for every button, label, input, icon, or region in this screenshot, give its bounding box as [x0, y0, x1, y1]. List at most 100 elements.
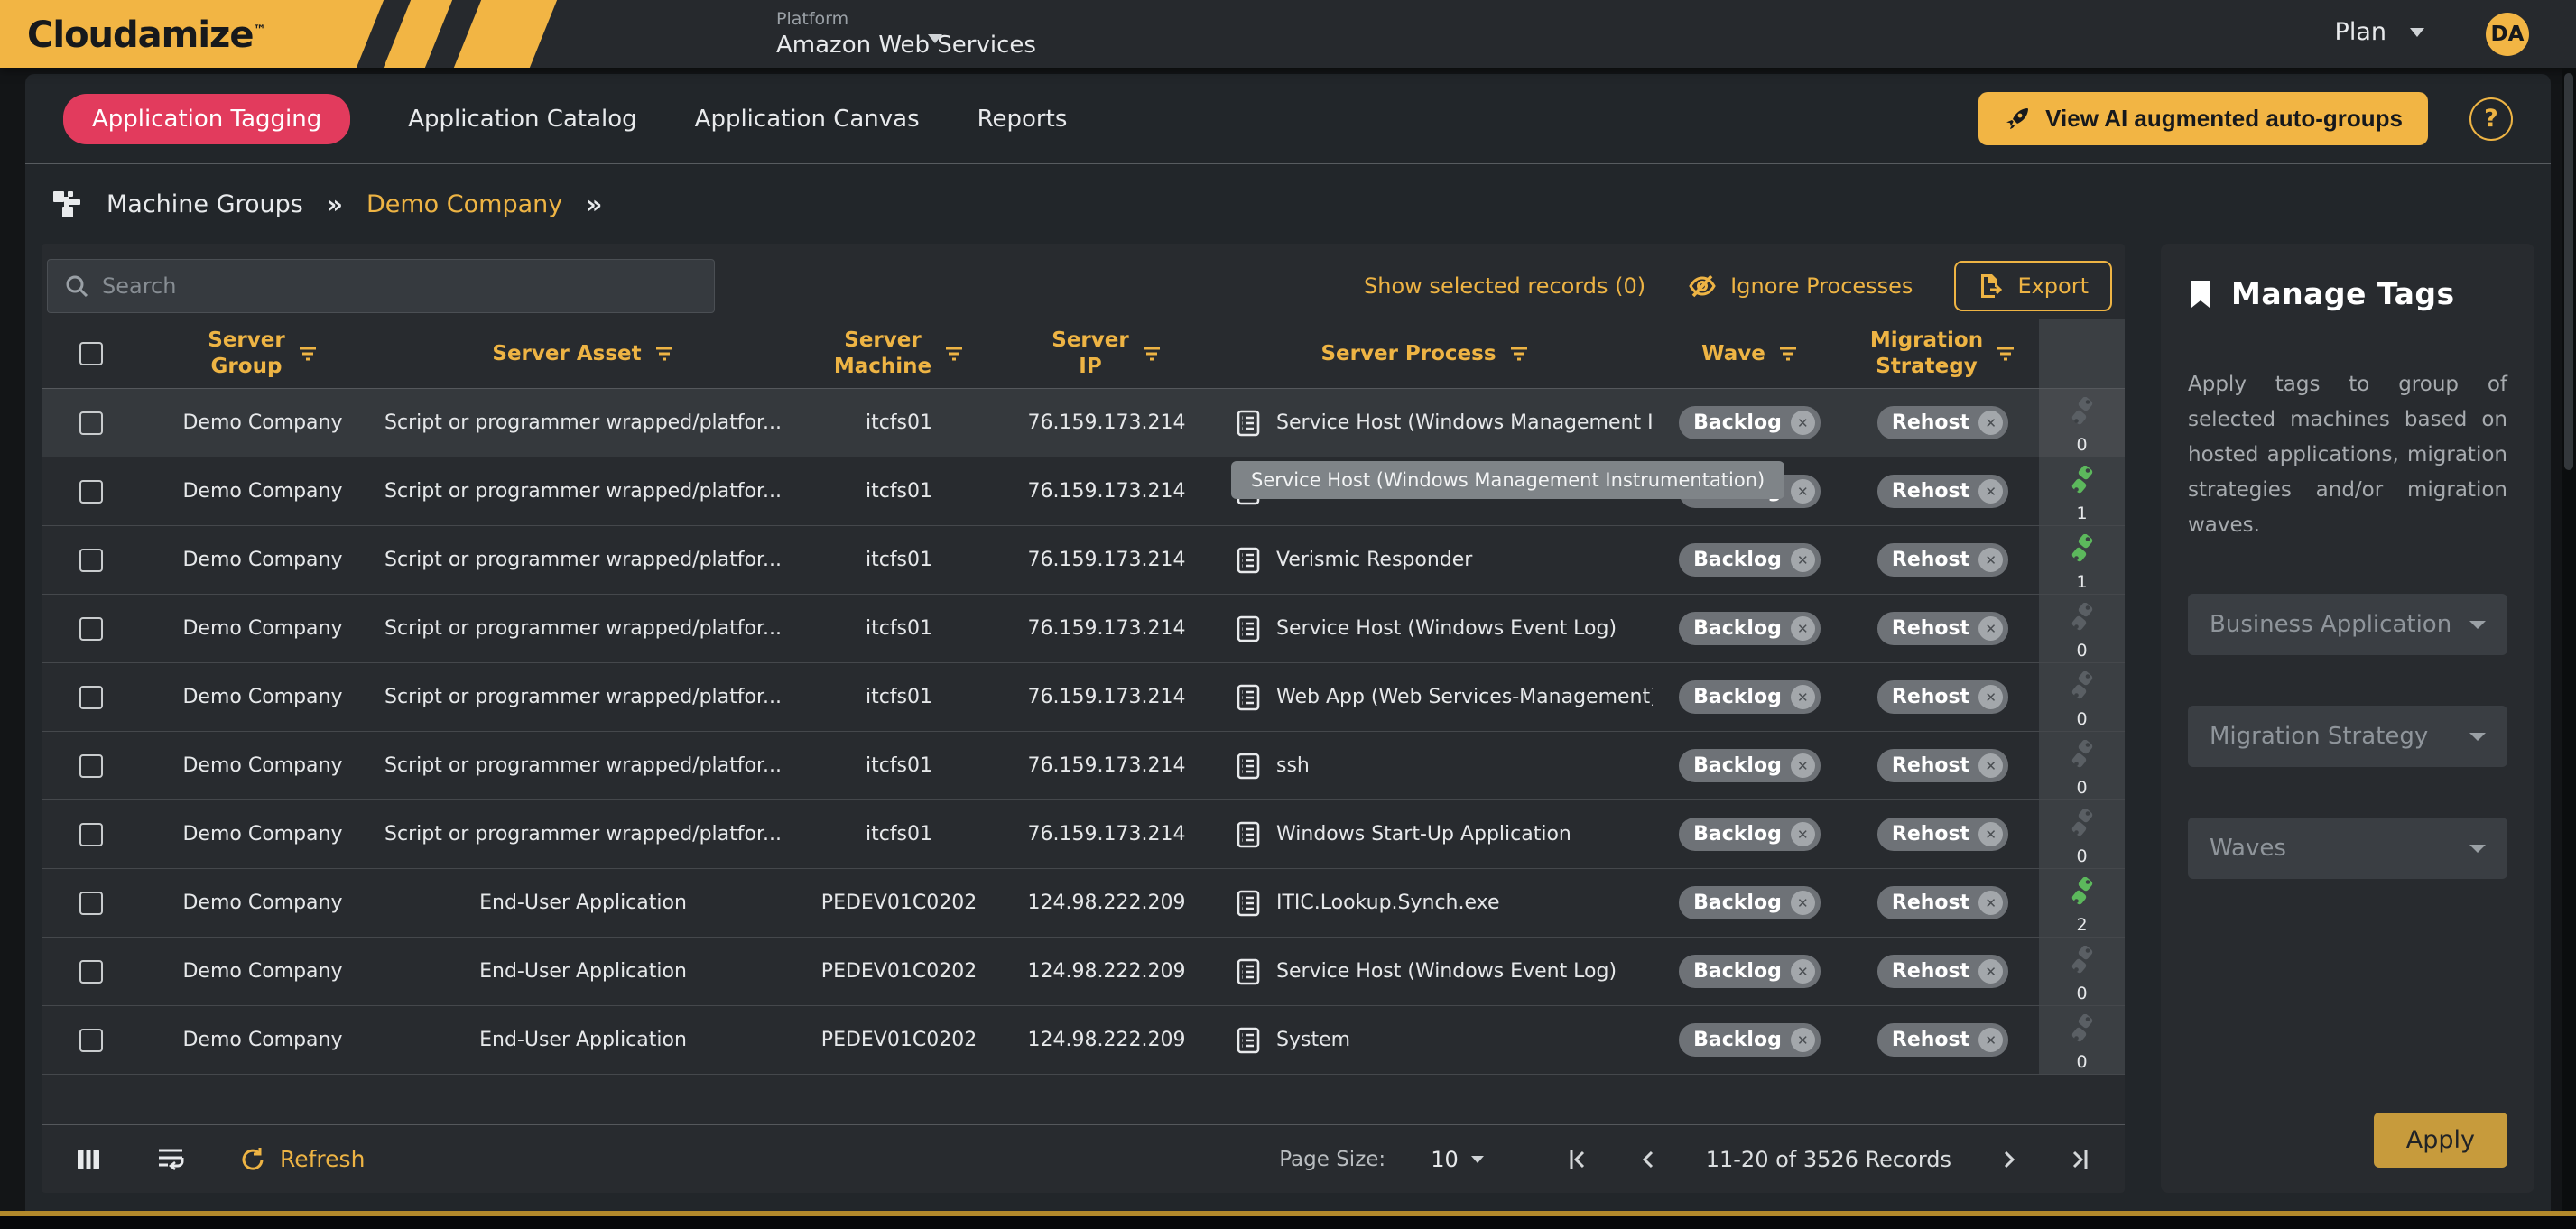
table-row[interactable]: Demo Company Script or programmer wrappe… [42, 800, 2125, 869]
apply-button[interactable]: Apply [2374, 1113, 2507, 1168]
chip-remove-icon[interactable]: ✕ [1978, 959, 2003, 984]
table-row[interactable]: Demo Company End-User Application PEDEV0… [42, 869, 2125, 938]
chip-remove-icon[interactable]: ✕ [1791, 411, 1815, 435]
row-wrap-button[interactable] [155, 1146, 186, 1173]
column-server-group: Server Group [208, 328, 284, 380]
row-checkbox[interactable] [79, 549, 103, 572]
table-row[interactable]: Demo Company End-User Application PEDEV0… [42, 1006, 2125, 1075]
breadcrumb-machine-groups[interactable]: Machine Groups [107, 190, 303, 218]
platform-selector[interactable]: Platform Amazon Web Services [776, 9, 957, 59]
user-avatar[interactable]: DA [2486, 13, 2529, 56]
cell-tags[interactable]: 0 [2039, 389, 2125, 457]
table-row[interactable]: Demo Company Script or programmer wrappe… [42, 457, 2125, 526]
filter-icon[interactable] [1509, 346, 1529, 362]
cell-tags[interactable]: 1 [2039, 526, 2125, 594]
page-scrollbar[interactable] [2562, 68, 2576, 1211]
tab-application-canvas[interactable]: Application Canvas [695, 106, 920, 133]
business-application-label: Business Application [2210, 611, 2451, 638]
cell-tags[interactable]: 1 [2039, 457, 2125, 525]
chip-remove-icon[interactable]: ✕ [1791, 1028, 1815, 1052]
filter-icon[interactable] [298, 346, 318, 362]
row-checkbox[interactable] [79, 892, 103, 915]
table-row[interactable]: Demo Company End-User Application PEDEV0… [42, 938, 2125, 1006]
cell-wave: Backlog ✕ [1653, 663, 1847, 731]
row-checkbox[interactable] [79, 823, 103, 846]
refresh-button[interactable]: Refresh [238, 1145, 365, 1174]
cell-tags[interactable]: 0 [2039, 938, 2125, 1005]
chip-remove-icon[interactable]: ✕ [1791, 891, 1815, 915]
cell-tags[interactable]: 0 [2039, 800, 2125, 868]
chip-remove-icon[interactable]: ✕ [1978, 685, 2003, 709]
chip-remove-icon[interactable]: ✕ [1791, 616, 1815, 641]
column-server-ip: Server IP [1052, 328, 1128, 380]
cell-tags[interactable]: 0 [2039, 1006, 2125, 1074]
chip-remove-icon[interactable]: ✕ [1978, 548, 2003, 572]
help-button[interactable]: ? [2469, 97, 2513, 141]
cell-tags[interactable]: 2 [2039, 869, 2125, 937]
last-page-button[interactable] [2067, 1147, 2092, 1172]
filter-icon[interactable] [944, 346, 964, 362]
business-application-dropdown[interactable]: Business Application [2188, 594, 2507, 655]
scrollbar-thumb[interactable] [2564, 73, 2573, 470]
chip-remove-icon[interactable]: ✕ [1978, 891, 2003, 915]
wave-chip: Backlog ✕ [1679, 406, 1821, 439]
chip-remove-icon[interactable]: ✕ [1978, 616, 2003, 641]
tab-application-tagging[interactable]: Application Tagging [63, 94, 350, 144]
first-page-button[interactable] [1565, 1147, 1590, 1172]
cell-migration-strategy: Rehost ✕ [1847, 869, 2039, 937]
chip-remove-icon[interactable]: ✕ [1791, 548, 1815, 572]
strategy-chip: Rehost ✕ [1877, 749, 2008, 782]
chip-remove-icon[interactable]: ✕ [1978, 822, 2003, 846]
table-row[interactable]: Demo Company Script or programmer wrappe… [42, 663, 2125, 732]
chip-remove-icon[interactable]: ✕ [1978, 479, 2003, 504]
chip-remove-icon[interactable]: ✕ [1791, 959, 1815, 984]
search-input[interactable] [102, 273, 698, 299]
cell-tags[interactable]: 0 [2039, 663, 2125, 731]
waves-dropdown[interactable]: Waves [2188, 818, 2507, 879]
ignore-processes-button[interactable]: Ignore Processes [1687, 271, 1913, 301]
chip-remove-icon[interactable]: ✕ [1791, 685, 1815, 709]
table-row[interactable]: Demo Company Script or programmer wrappe… [42, 389, 2125, 457]
filter-icon[interactable] [1996, 346, 2015, 362]
filter-icon[interactable] [1142, 346, 1162, 362]
tab-application-catalog[interactable]: Application Catalog [408, 106, 636, 133]
breadcrumb-demo-company[interactable]: Demo Company [366, 190, 562, 218]
columns-settings-button[interactable] [74, 1146, 103, 1173]
chip-remove-icon[interactable]: ✕ [1978, 411, 2003, 435]
process-name: ssh [1276, 754, 1310, 777]
row-checkbox[interactable] [79, 617, 103, 641]
filter-icon[interactable] [1778, 346, 1798, 362]
logo-stripe-2 [453, 0, 558, 68]
chip-remove-icon[interactable]: ✕ [1978, 1028, 2003, 1052]
select-all-checkbox[interactable] [79, 342, 103, 365]
row-checkbox[interactable] [79, 1029, 103, 1052]
next-page-button[interactable] [1997, 1147, 2022, 1172]
migration-strategy-dropdown[interactable]: Migration Strategy [2188, 706, 2507, 767]
previous-page-button[interactable] [1635, 1147, 1661, 1172]
cell-server-group: Demo Company [141, 526, 385, 594]
row-checkbox[interactable] [79, 411, 103, 435]
chip-remove-icon[interactable]: ✕ [1791, 753, 1815, 778]
row-checkbox[interactable] [79, 480, 103, 504]
view-ai-auto-groups-button[interactable]: View AI augmented auto-groups [1978, 92, 2428, 145]
tab-reports[interactable]: Reports [978, 106, 1068, 133]
chip-remove-icon[interactable]: ✕ [1791, 479, 1815, 504]
export-button[interactable]: Export [1954, 261, 2112, 311]
search-box[interactable] [47, 259, 715, 313]
chip-remove-icon[interactable]: ✕ [1791, 822, 1815, 846]
page-size-select[interactable]: 10 [1431, 1147, 1484, 1172]
table-row[interactable]: Demo Company Script or programmer wrappe… [42, 595, 2125, 663]
table-row[interactable]: Demo Company Script or programmer wrappe… [42, 526, 2125, 595]
row-checkbox[interactable] [79, 686, 103, 709]
plan-menu[interactable]: Plan [2335, 18, 2424, 46]
table-row[interactable]: Demo Company Script or programmer wrappe… [42, 732, 2125, 800]
row-checkbox[interactable] [79, 754, 103, 778]
cell-tags[interactable]: 0 [2039, 732, 2125, 799]
chip-remove-icon[interactable]: ✕ [1978, 753, 2003, 778]
filter-icon[interactable] [654, 346, 674, 362]
show-selected-records-link[interactable]: Show selected records (0) [1364, 273, 1645, 299]
strategy-chip-label: Rehost [1892, 823, 1969, 846]
cell-tags[interactable]: 0 [2039, 595, 2125, 662]
row-checkbox[interactable] [79, 960, 103, 984]
cell-server-process: Service Host (Windows Management In [1197, 389, 1653, 457]
